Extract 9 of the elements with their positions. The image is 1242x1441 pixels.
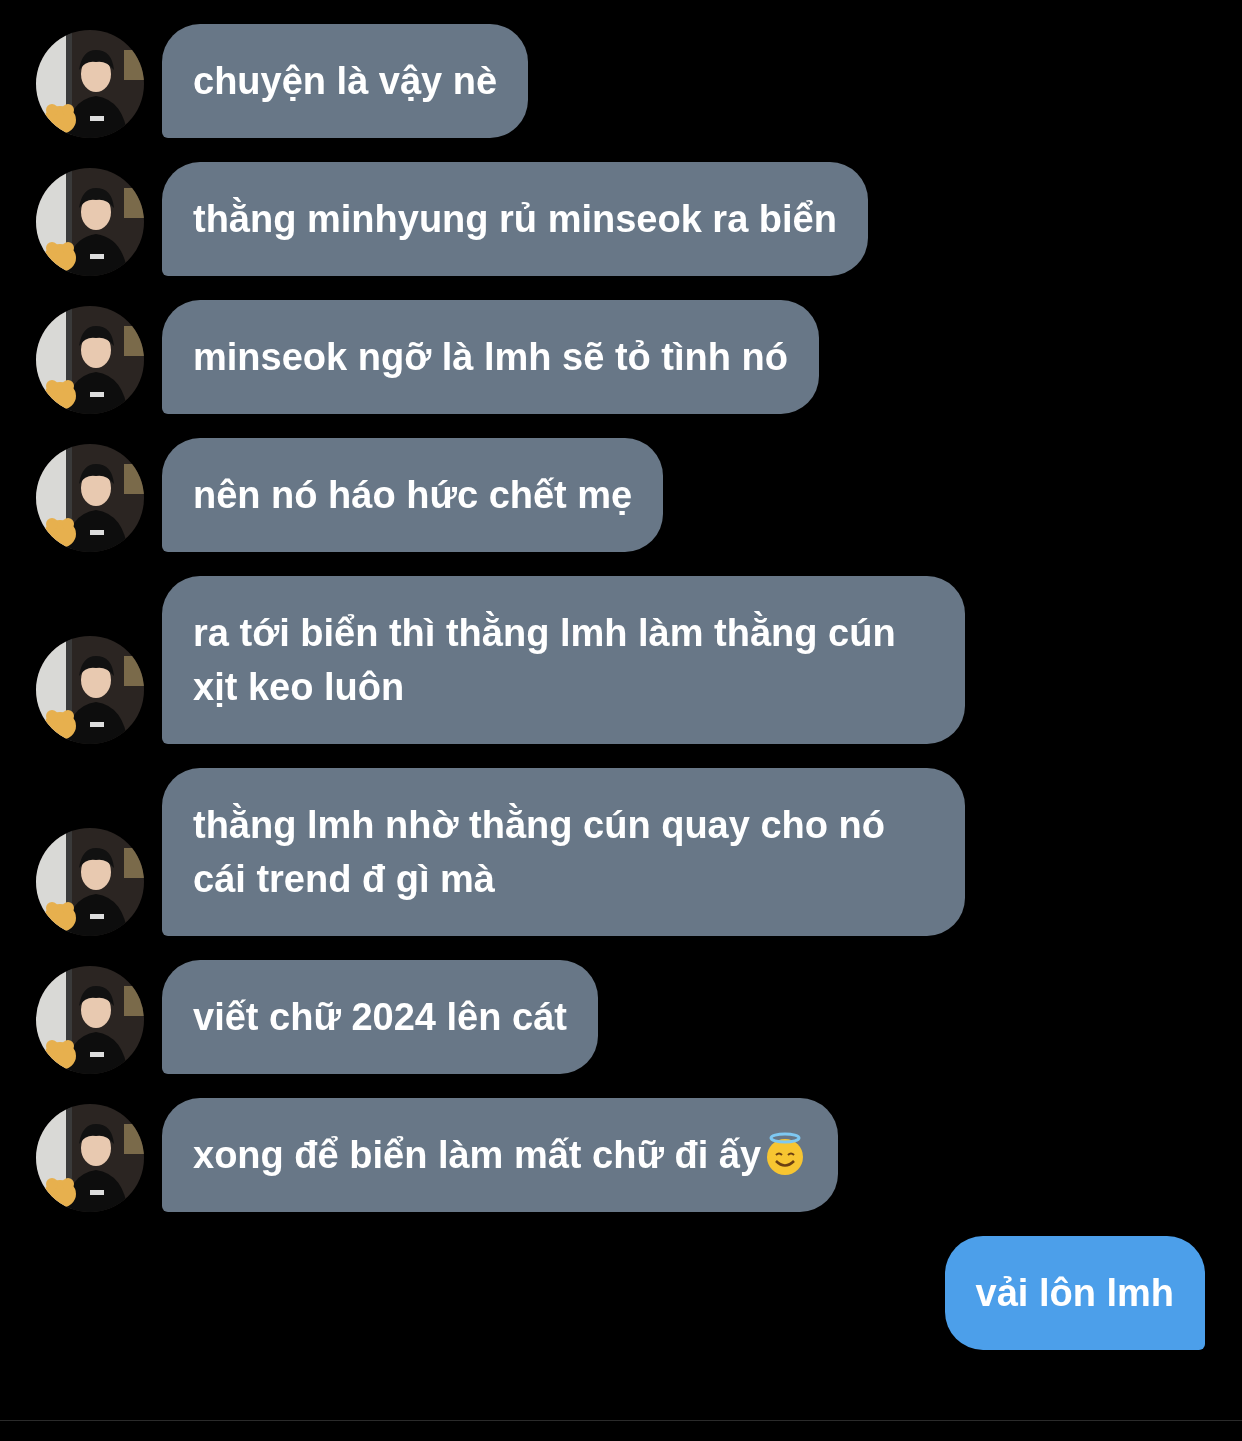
message-bubble: nên nó háo hức chết mẹ [162, 438, 664, 552]
message-bubble: viết chữ 2024 lên cát [162, 960, 598, 1074]
message-bubble: ra tới biển thì thằng lmh làm thằng cún xịt keo luôn [162, 576, 965, 744]
message-bubble: chuyện là vậy nè [162, 24, 529, 138]
message-bubble: minseok ngỡ là lmh sẽ tỏ tình nó [162, 300, 819, 414]
message-text: xong để biển làm mất chữ đi ấy [193, 1134, 762, 1176]
message-bubble: vải lôn lmh [944, 1236, 1205, 1350]
message-bubble: thằng minhyung rủ minseok ra biển [162, 162, 868, 276]
message-bubble: thằng lmh nhờ thằng cún quay cho nó cái trend đ gì mà [162, 768, 965, 936]
